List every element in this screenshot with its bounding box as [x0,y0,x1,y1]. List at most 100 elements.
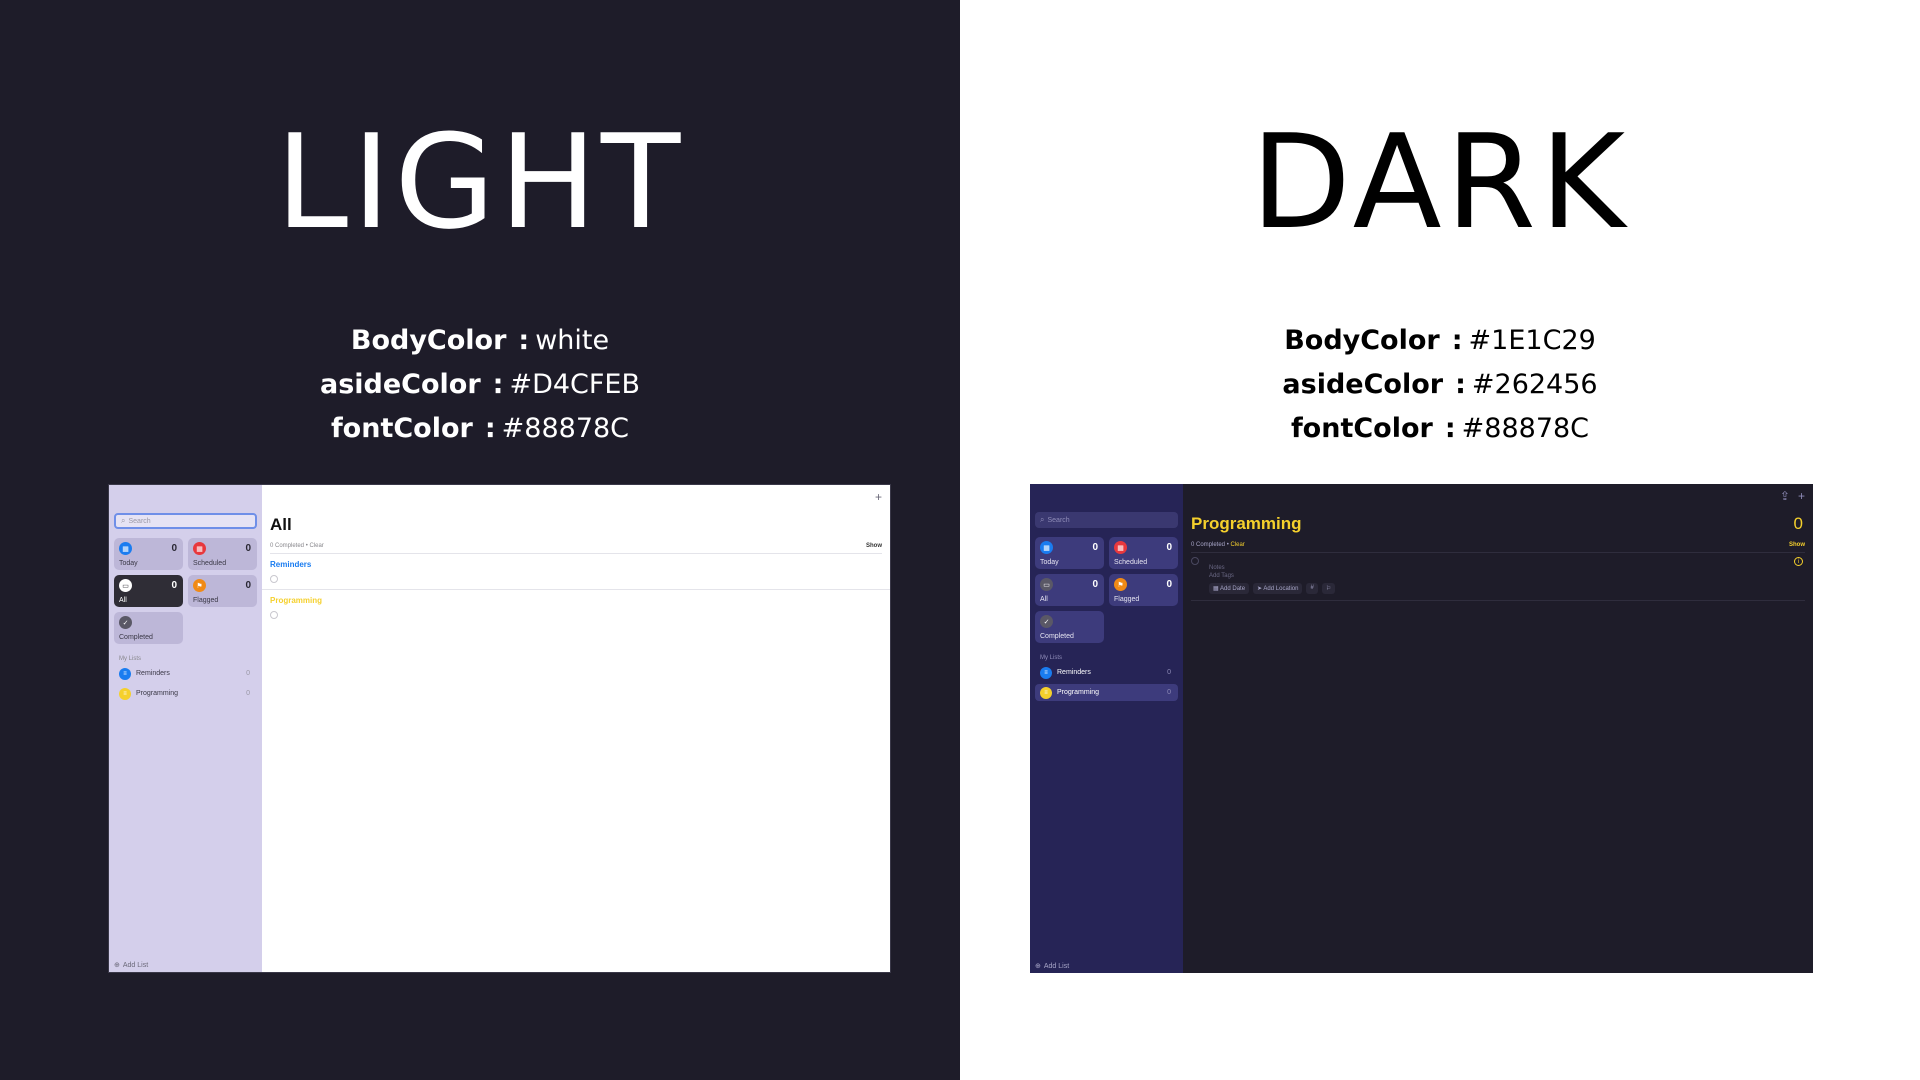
plus-icon[interactable]: + [1798,489,1805,503]
sidebar-item-reminders[interactable]: ≡ Reminders 0 [114,665,257,682]
tile-scheduled[interactable]: ▦ 0 Scheduled [188,538,257,570]
prop-row: asideColor: #262456 [1282,368,1598,400]
plus-circle-icon: ⊕ [1035,963,1041,970]
tile-label: All [119,597,127,604]
search-placeholder: Search [128,517,151,525]
tile-label: Scheduled [193,560,227,567]
tile-label: Scheduled [1114,559,1148,566]
my-lists-heading: My Lists [119,656,142,662]
checkmark-icon: ✓ [1040,615,1053,628]
add-list-button[interactable]: ⊕ Add List [1035,962,1070,971]
tags-field[interactable]: Add Tags [1209,573,1805,579]
show-button[interactable]: Show [866,543,882,549]
sidebar-item-reminders[interactable]: ≡ Reminders 0 [1035,664,1178,681]
clear-button[interactable]: Clear [309,543,323,549]
tile-all[interactable]: ▭ 0 All [114,575,183,607]
list-count: 0 [246,670,250,677]
add-date-button[interactable]: ▦ Add Date [1209,583,1250,594]
list-icon: ≡ [119,687,131,700]
search-input[interactable]: ⌕ Search [1035,512,1178,528]
list-label: Reminders [1057,669,1091,676]
toolbar: ⇪ + [1780,489,1805,503]
prop-row: asideColor: #D4CFEB [319,368,641,400]
tag-button[interactable]: # [1306,583,1318,594]
reminder-actions: ▦ Add Date ➤ Add Location # ⚐ [1209,583,1805,594]
tile-all[interactable]: ▭ 0 All [1035,574,1104,606]
prop-key: fontColor [1290,412,1433,444]
calendar-icon: ▦ [1040,541,1053,554]
dark-heading: DARK [1250,106,1630,258]
tile-today[interactable]: ▦ 0 Today [114,538,183,570]
list-count: 0 [246,690,250,697]
info-icon[interactable]: i [1794,557,1803,566]
completed-count: 0 Completed [270,543,305,549]
tile-count: 0 [1166,542,1172,553]
add-list-label: Add List [1043,962,1070,970]
checkmark-icon: ✓ [119,616,132,629]
my-lists-heading: My Lists [1040,655,1063,661]
smart-lists: ▦ 0 Today ▦ 0 Scheduled ▭ 0 All ⚑ 0 Flag… [1035,537,1178,643]
light-app-preview: ⌕ Search ▦ 0 Today ▦ 0 Scheduled ▭ 0 All [108,484,891,973]
search-input[interactable]: ⌕ Search [114,513,257,529]
calendar-icon: ▦ [193,542,206,555]
tile-count: 0 [1092,542,1098,553]
prop-key: asideColor [319,368,481,400]
new-reminder-checkbox[interactable] [270,575,278,583]
light-theme-panel: LIGHT BodyColor: white asideColor: #D4CFEB… [0,0,960,1080]
prop-row: fontColor: #88878C [330,412,630,444]
add-list-button[interactable]: ⊕ Add List [114,961,148,970]
prop-value: #88878C [501,412,630,444]
section-reminders: Reminders [270,560,312,569]
page-title: Programming [1191,514,1302,533]
new-reminder-checkbox[interactable] [270,611,278,619]
dark-app-preview: ⌕ Search ▦ 0 Today ▦ 0 Scheduled ▭ 0 All [1030,484,1813,973]
toolbar: + [875,490,882,504]
tile-count: 0 [171,543,177,554]
page-title: All [270,515,292,534]
light-theme-properties: BodyColor: white asideColor: #D4CFEB fontC… [0,318,960,450]
tile-flagged[interactable]: ⚑ 0 Flagged [188,575,257,607]
tile-label: Today [1040,559,1059,566]
clear-button[interactable]: Clear [1230,542,1244,548]
list-icon: ≡ [1040,686,1052,699]
prop-key: fontColor [330,412,473,444]
plus-icon[interactable]: + [875,490,882,504]
tile-completed[interactable]: ✓ Completed [1035,611,1104,643]
prop-row: BodyColor: #1E1C29 [1284,324,1596,356]
add-location-button[interactable]: ➤ Add Location [1253,583,1303,594]
tile-flagged[interactable]: ⚑ 0 Flagged [1109,574,1178,606]
tile-count: 0 [245,543,251,554]
show-button[interactable]: Show [1789,542,1805,548]
calendar-icon: ▦ [1114,541,1127,554]
tile-label: Completed [119,634,153,641]
list-count: 0 [1167,689,1171,696]
list-icon: ≡ [1040,666,1052,679]
prop-value: #1E1C29 [1468,324,1596,356]
completed-bar: 0 Completed • Clear Show [270,543,882,549]
tile-today[interactable]: ▦ 0 Today [1035,537,1104,569]
main-content: + All 0 Completed • Clear Show Reminders… [262,485,890,972]
prop-value: #88878C [1461,412,1590,444]
divider [1191,552,1805,553]
flag-button[interactable]: ⚐ [1321,583,1336,594]
list-count: 0 [1167,669,1171,676]
notes-field[interactable]: Notes [1209,565,1805,571]
reminder-editor: i Notes Add Tags ▦ Add Date ➤ Add Locati… [1191,557,1805,594]
prop-value: white [535,324,610,356]
main-content: ⇪ + Programming 0 0 Completed • Clear Sh… [1183,484,1813,973]
tile-label: All [1040,596,1048,603]
tray-icon: ▭ [119,579,132,592]
prop-row: BodyColor: white [350,324,610,356]
sidebar-item-programming[interactable]: ≡ Programming 0 [1035,684,1178,701]
tile-count: 0 [1092,579,1098,590]
share-icon[interactable]: ⇪ [1780,489,1790,503]
tile-scheduled[interactable]: ▦ 0 Scheduled [1109,537,1178,569]
tray-icon: ▭ [1040,578,1053,591]
prop-row: fontColor: #88878C [1290,412,1590,444]
plus-circle-icon: ⊕ [114,962,120,969]
sidebar-item-programming[interactable]: ≡ Programming 0 [114,685,257,702]
reminder-checkbox[interactable] [1191,557,1199,565]
calendar-icon: ▦ [119,542,132,555]
tile-completed[interactable]: ✓ Completed [114,612,183,644]
prop-key: BodyColor [1284,324,1440,356]
